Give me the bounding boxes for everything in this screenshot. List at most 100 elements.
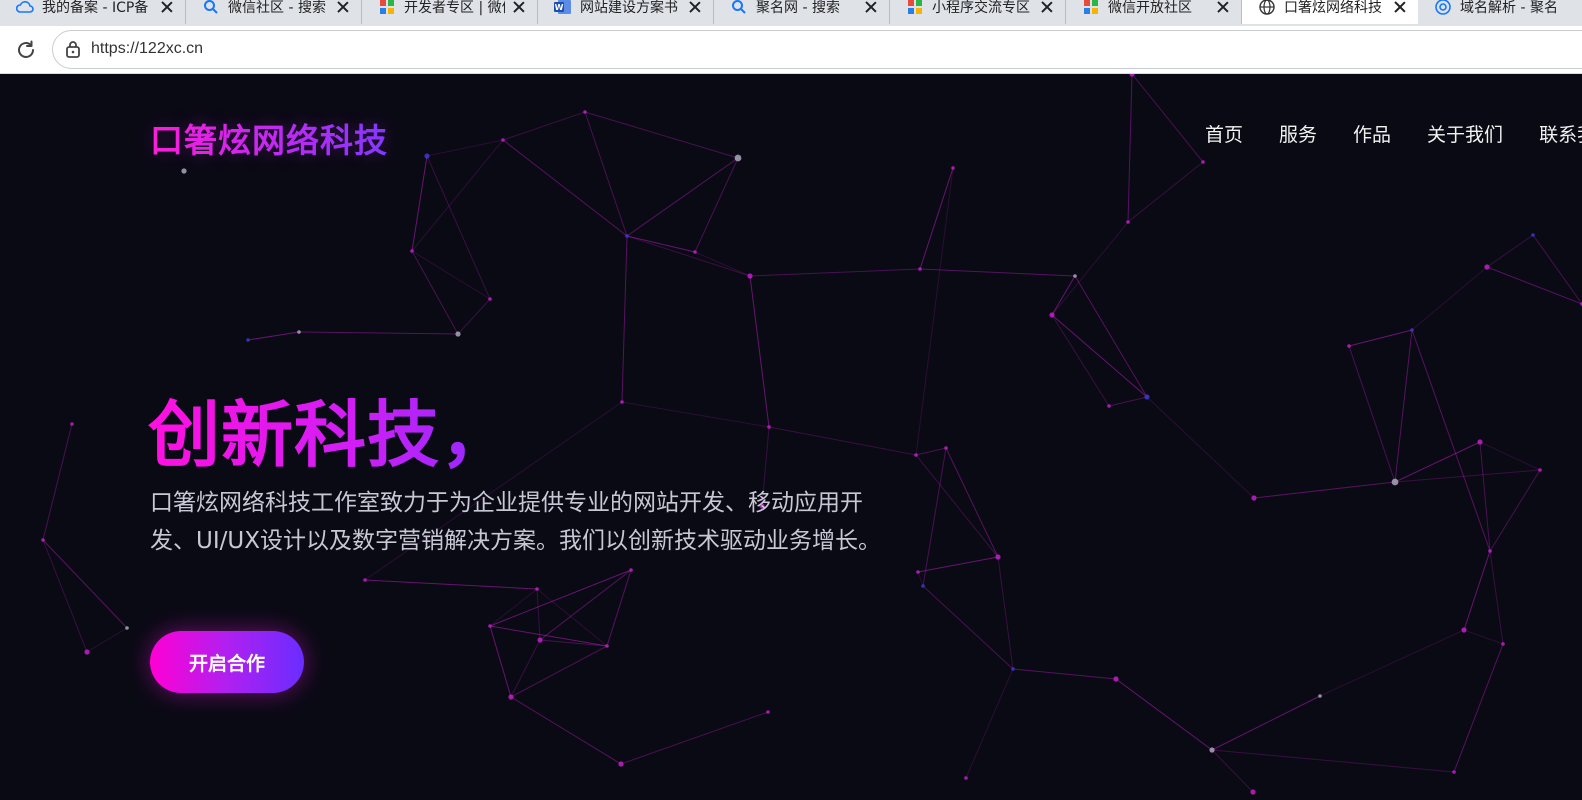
- reload-icon[interactable]: [14, 38, 38, 62]
- network-node: [1452, 770, 1456, 774]
- network-line: [510, 639, 541, 698]
- network-line: [1146, 396, 1255, 499]
- network-node: [625, 234, 629, 238]
- network-line: [1411, 266, 1488, 331]
- nav-link[interactable]: 首页: [1205, 120, 1243, 147]
- browser-tab[interactable]: 微信开放社区: [1066, 0, 1242, 24]
- network-line: [919, 167, 954, 270]
- browser-toolbar: https://122xc.cn: [0, 26, 1582, 74]
- browser-tab[interactable]: W 网站建设方案书: [538, 0, 714, 24]
- lock-icon[interactable]: [65, 40, 81, 58]
- network-node: [951, 166, 955, 170]
- network-line: [489, 588, 538, 627]
- main-nav: 首页 服务 作品 关于我们 联系我们: [1205, 120, 1582, 147]
- network-node: [535, 587, 539, 591]
- network-node: [181, 168, 187, 174]
- start-cooperation-button[interactable]: 开启合作: [150, 631, 304, 693]
- network-node: [767, 425, 771, 429]
- web-page: 口箸炫网络科技 首页 服务 作品 关于我们 联系我们 创新科技， 口箸炫网络科技工作室致…: [0, 74, 1582, 800]
- close-tab-icon[interactable]: [687, 0, 703, 15]
- network-line: [1463, 629, 1504, 645]
- network-line: [1051, 275, 1076, 316]
- network-line: [1211, 749, 1254, 793]
- network-line: [915, 167, 954, 456]
- network-node: [1107, 404, 1111, 408]
- nav-link[interactable]: 服务: [1279, 120, 1317, 147]
- network-line: [1051, 314, 1110, 407]
- network-line: [1127, 74, 1133, 223]
- network-line: [502, 111, 586, 141]
- browser-tab[interactable]: 小程序交流专区: [890, 0, 1066, 24]
- network-line: [510, 645, 608, 698]
- grid-apps-icon: [906, 0, 924, 15]
- network-node: [455, 331, 461, 337]
- grid-apps-icon: [378, 0, 396, 15]
- close-tab-icon[interactable]: [159, 0, 175, 15]
- network-node: [1538, 468, 1542, 472]
- network-line: [997, 556, 1014, 670]
- network-node: [914, 453, 918, 457]
- network-node: [583, 110, 587, 114]
- close-tab-icon[interactable]: [1039, 0, 1055, 15]
- network-line: [626, 235, 696, 253]
- network-node: [1251, 495, 1257, 501]
- close-tab-icon[interactable]: [1215, 0, 1231, 15]
- browser-tab[interactable]: 口箸炫网络科技: [1242, 0, 1418, 24]
- network-line: [502, 139, 628, 237]
- search-icon: [730, 0, 748, 15]
- network-line: [411, 250, 459, 335]
- network-line: [510, 696, 622, 765]
- network-line: [489, 569, 632, 627]
- site-logo[interactable]: 口箸炫网络科技: [150, 114, 388, 162]
- browser-tab[interactable]: 开发者专区 | 微信: [362, 0, 538, 24]
- close-tab-icon[interactable]: [335, 0, 351, 15]
- network-node: [410, 249, 414, 253]
- network-line: [1486, 234, 1534, 268]
- network-node: [747, 273, 753, 279]
- network-line: [42, 423, 73, 541]
- network-node: [995, 554, 1001, 560]
- network-node: [1477, 439, 1483, 445]
- browser-tab[interactable]: 聚名网 - 搜索: [714, 0, 890, 24]
- browser-tab[interactable]: 微信社区 - 搜索: [186, 0, 362, 24]
- network-node: [1484, 264, 1490, 270]
- nav-link[interactable]: 联系我们: [1539, 120, 1582, 147]
- network-node: [1073, 274, 1077, 278]
- network-node: [629, 568, 633, 572]
- network-node: [501, 138, 505, 142]
- network-line: [1479, 441, 1541, 471]
- network-node: [618, 761, 624, 767]
- nav-link[interactable]: 作品: [1353, 120, 1391, 147]
- network-line: [1115, 678, 1213, 751]
- network-line: [1489, 550, 1504, 645]
- address-bar[interactable]: https://122xc.cn: [52, 30, 1582, 69]
- nav-link[interactable]: 关于我们: [1427, 120, 1503, 147]
- network-node: [1410, 328, 1414, 332]
- network-node: [70, 422, 74, 426]
- close-tab-icon[interactable]: [863, 0, 879, 15]
- url-text[interactable]: https://122xc.cn: [91, 40, 203, 58]
- network-line: [1074, 275, 1148, 398]
- network-node: [1144, 394, 1150, 400]
- close-tab-icon[interactable]: [1392, 0, 1408, 15]
- close-tab-icon[interactable]: [511, 0, 527, 15]
- network-node: [424, 153, 430, 159]
- network-line: [1051, 314, 1148, 398]
- network-line: [606, 569, 632, 647]
- network-node: [766, 710, 770, 714]
- network-node: [1201, 160, 1205, 164]
- network-line: [1348, 345, 1396, 483]
- network-node: [734, 154, 742, 162]
- network-line: [694, 251, 751, 277]
- network-line: [1012, 668, 1117, 680]
- network-line: [1211, 749, 1455, 773]
- network-line: [749, 275, 770, 428]
- network-node: [1011, 667, 1015, 671]
- browser-tab[interactable]: 域名解析 - 聚名: [1418, 0, 1582, 24]
- browser-tab[interactable]: 我的备案 - ICP备: [0, 0, 186, 24]
- network-line: [620, 711, 769, 765]
- network-line: [298, 331, 459, 335]
- network-line: [536, 588, 541, 641]
- network-line: [1348, 329, 1413, 347]
- network-line: [749, 268, 921, 277]
